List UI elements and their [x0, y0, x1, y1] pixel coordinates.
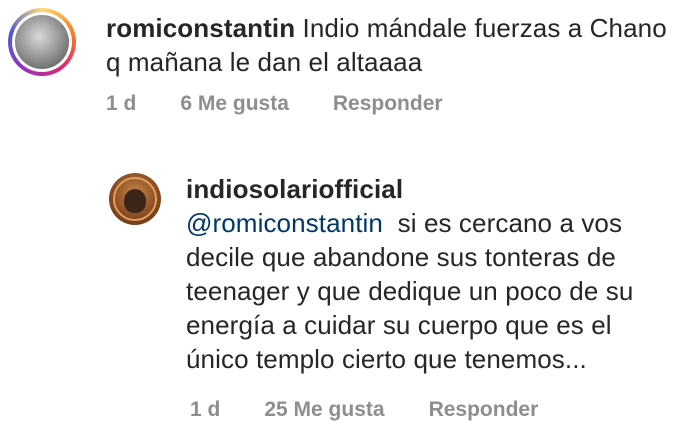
comment-meta: 1 d 6 Me gusta Responder	[106, 92, 443, 116]
reply-button[interactable]: Responder	[333, 92, 443, 116]
comment-body: romiconstantin Indio mándale fuerzas a C…	[106, 11, 676, 79]
comment-item: romiconstantin Indio mándale fuerzas a C…	[0, 0, 690, 130]
avatar-photo	[15, 15, 69, 69]
comment-username[interactable]: romiconstantin	[106, 13, 295, 43]
reply-item: indiosolariofficial @romiconstantin si e…	[0, 160, 690, 446]
reply-meta: 1 d 25 Me gusta Responder	[190, 398, 538, 422]
reply-button[interactable]: Responder	[429, 398, 539, 422]
avatar-photo	[124, 189, 146, 213]
reply-username[interactable]: indiosolariofficial	[186, 172, 681, 206]
reply-mention[interactable]: @romiconstantin	[186, 208, 383, 238]
reply-body: indiosolariofficial @romiconstantin si e…	[186, 172, 681, 376]
reply-likes[interactable]: 25 Me gusta	[264, 398, 384, 422]
comment-likes[interactable]: 6 Me gusta	[180, 92, 289, 116]
comment-time: 1 d	[106, 92, 137, 115]
avatar[interactable]	[8, 8, 76, 76]
avatar[interactable]	[109, 173, 161, 225]
reply-time: 1 d	[190, 398, 221, 421]
